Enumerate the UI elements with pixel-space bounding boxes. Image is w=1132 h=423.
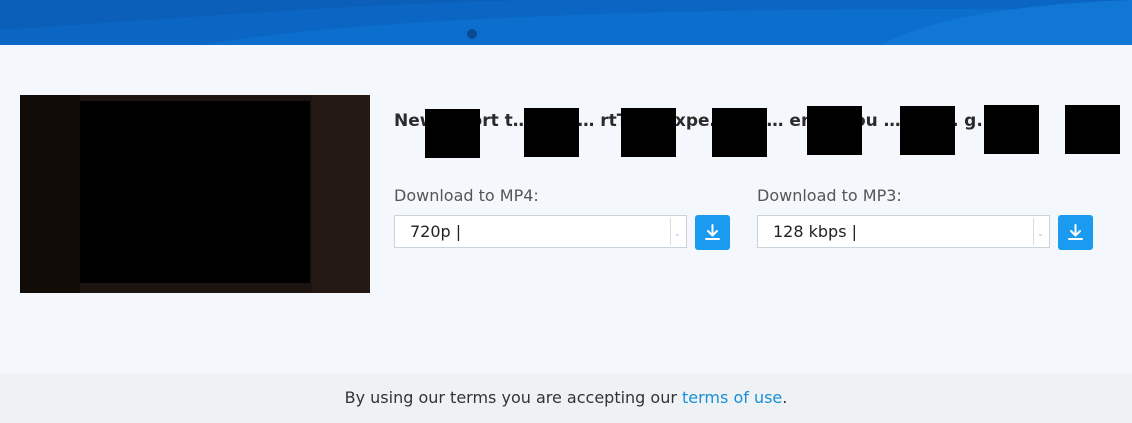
download-icon [1068, 224, 1083, 240]
footer: By using our terms you are accepting our… [0, 373, 1132, 423]
site-header [0, 0, 1132, 45]
footer-period: . [782, 388, 788, 407]
redacted-block [807, 106, 862, 155]
footer-text: By using our terms you are accepting our [344, 388, 683, 407]
redacted-block [80, 101, 310, 283]
redacted-block [1065, 105, 1120, 154]
chevron-down-icon: ⌄ [1037, 229, 1044, 238]
mp4-quality-select[interactable]: 720p | ⌄ [394, 215, 687, 248]
mp3-selected-value: 128 kbps | [773, 222, 858, 241]
redacted-block [621, 108, 676, 157]
mp4-download-button[interactable] [695, 215, 730, 250]
main-content: New… port t… me. … rtTh… expe… Not… endi… [0, 45, 1132, 373]
redacted-block [425, 109, 480, 158]
chevron-down-icon: ⌄ [674, 229, 681, 238]
terms-of-use-link[interactable]: terms of use [682, 388, 782, 407]
mp4-label: Download to MP4: [394, 186, 539, 205]
redacted-block [900, 106, 955, 155]
mp3-quality-select[interactable]: 128 kbps | ⌄ [757, 215, 1050, 248]
header-wave-decoration [0, 0, 1132, 45]
download-icon [705, 224, 720, 240]
redacted-block [984, 105, 1039, 154]
mp4-selected-value: 720p | [410, 222, 462, 241]
video-thumbnail [20, 95, 370, 293]
mp3-download-button[interactable] [1058, 215, 1093, 250]
redacted-block [712, 108, 767, 157]
mp3-label: Download to MP3: [757, 186, 902, 205]
redacted-block [524, 108, 579, 157]
